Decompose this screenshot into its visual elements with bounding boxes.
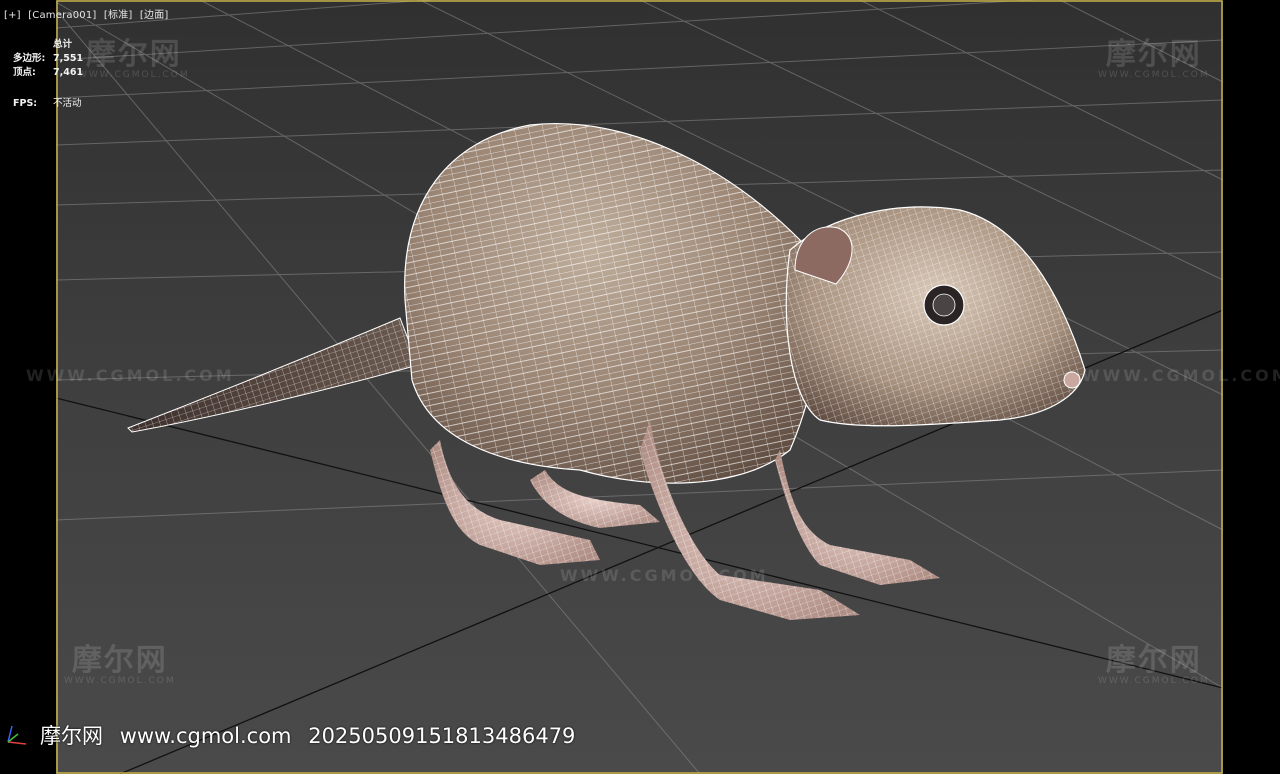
stats-polygons-label: 多边形: — [13, 53, 46, 64]
viewport-point-of-view-menu[interactable]: [Camera001] — [28, 10, 96, 21]
viewport-statistics: 总计 多边形: 7,551 顶点: 7,461 FPS: 不活动 — [13, 38, 83, 111]
viewport-scene[interactable] — [0, 0, 1280, 774]
stats-vertices-value: 7,461 — [53, 67, 84, 78]
stats-vertices-label: 顶点: — [13, 67, 36, 78]
footer-site-name: 摩尔网 — [40, 724, 103, 748]
viewport-label-menu: [+] [Camera001] [标准] [边面] — [4, 6, 173, 21]
stats-vertices-row: 顶点: 7,461 — [13, 66, 83, 80]
axis-gizmo-icon — [7, 725, 27, 745]
stats-fps-row: FPS: 不活动 — [13, 97, 83, 111]
left-dark-band — [0, 0, 56, 774]
footer-caption: 摩尔网 www.cgmol.com 20250509151813486479 — [40, 720, 585, 750]
viewport-shading-menu[interactable]: [标准] — [104, 10, 133, 21]
viewport-general-menu[interactable]: [+] — [4, 10, 21, 21]
rat-nose — [1063, 371, 1081, 389]
stats-title: 总计 — [53, 39, 73, 50]
footer-site-url: www.cgmol.com — [119, 724, 292, 748]
stats-polygons-value: 7,551 — [53, 53, 84, 64]
right-dark-band — [1223, 0, 1280, 774]
stats-fps-value: 不活动 — [53, 98, 82, 109]
viewport-display-mode-menu[interactable]: [边面] — [140, 10, 169, 21]
stats-polygons-row: 多边形: 7,551 — [13, 52, 83, 66]
camera-viewport[interactable]: 摩尔网 WWW.CGMOL.COM 摩尔网 WWW.CGMOL.COM 摩尔网 … — [0, 0, 1280, 774]
stats-fps-label: FPS: — [13, 98, 38, 109]
footer-id: 20250509151813486479 — [308, 724, 576, 748]
